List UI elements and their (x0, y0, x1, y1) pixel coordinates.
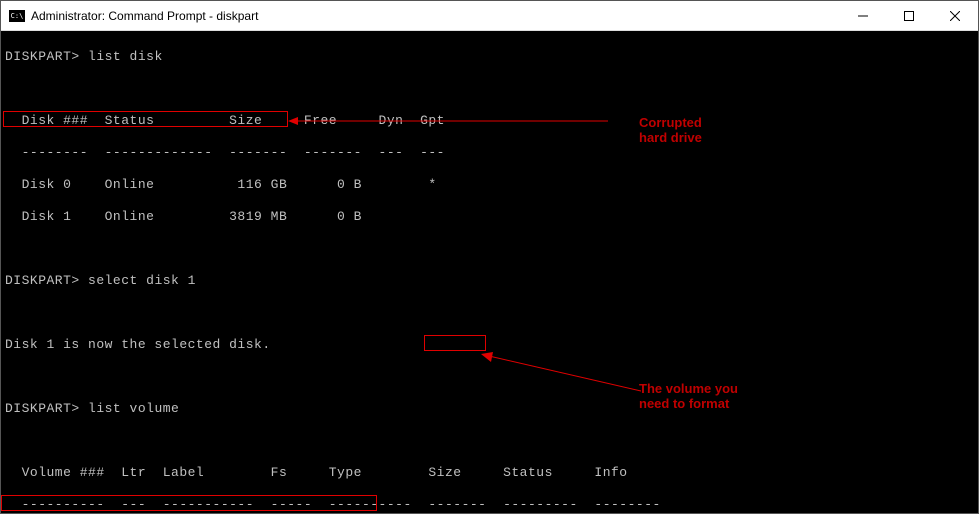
command-prompt-window: C:\ Administrator: Command Prompt - disk… (0, 0, 979, 514)
window-controls (840, 1, 978, 31)
prompt-line: DISKPART> select disk 1 (5, 273, 974, 289)
minimize-button[interactable] (840, 1, 886, 31)
titlebar: C:\ Administrator: Command Prompt - disk… (1, 1, 978, 31)
selected-disk-msg: Disk 1 is now the selected disk. (5, 337, 974, 353)
cmd-icon: C:\ (9, 10, 25, 22)
blank-line (5, 305, 974, 321)
annotation-text-corrupted: Corruptedhard drive (639, 115, 702, 145)
maximize-button[interactable] (886, 1, 932, 31)
terminal-output[interactable]: DISKPART> list disk Disk ### Status Size… (1, 31, 978, 513)
disk-row: Disk 1 Online 3819 MB 0 B (5, 209, 974, 225)
blank-line (5, 369, 974, 385)
annotation-text-volume: The volume youneed to format (639, 381, 738, 411)
disk-divider: -------- ------------- ------- ------- -… (5, 145, 974, 161)
blank-line (5, 241, 974, 257)
prompt-line: DISKPART> list disk (5, 49, 974, 65)
disk-row: Disk 0 Online 116 GB 0 B * (5, 177, 974, 193)
prompt-line: DISKPART> list volume (5, 401, 974, 417)
volume-divider: ---------- --- ----------- ----- -------… (5, 497, 974, 513)
disk-header: Disk ### Status Size Free Dyn Gpt (5, 113, 974, 129)
close-button[interactable] (932, 1, 978, 31)
blank-line (5, 81, 974, 97)
window-title: Administrator: Command Prompt - diskpart (31, 9, 840, 23)
blank-line (5, 433, 974, 449)
volume-header: Volume ### Ltr Label Fs Type Size Status… (5, 465, 974, 481)
